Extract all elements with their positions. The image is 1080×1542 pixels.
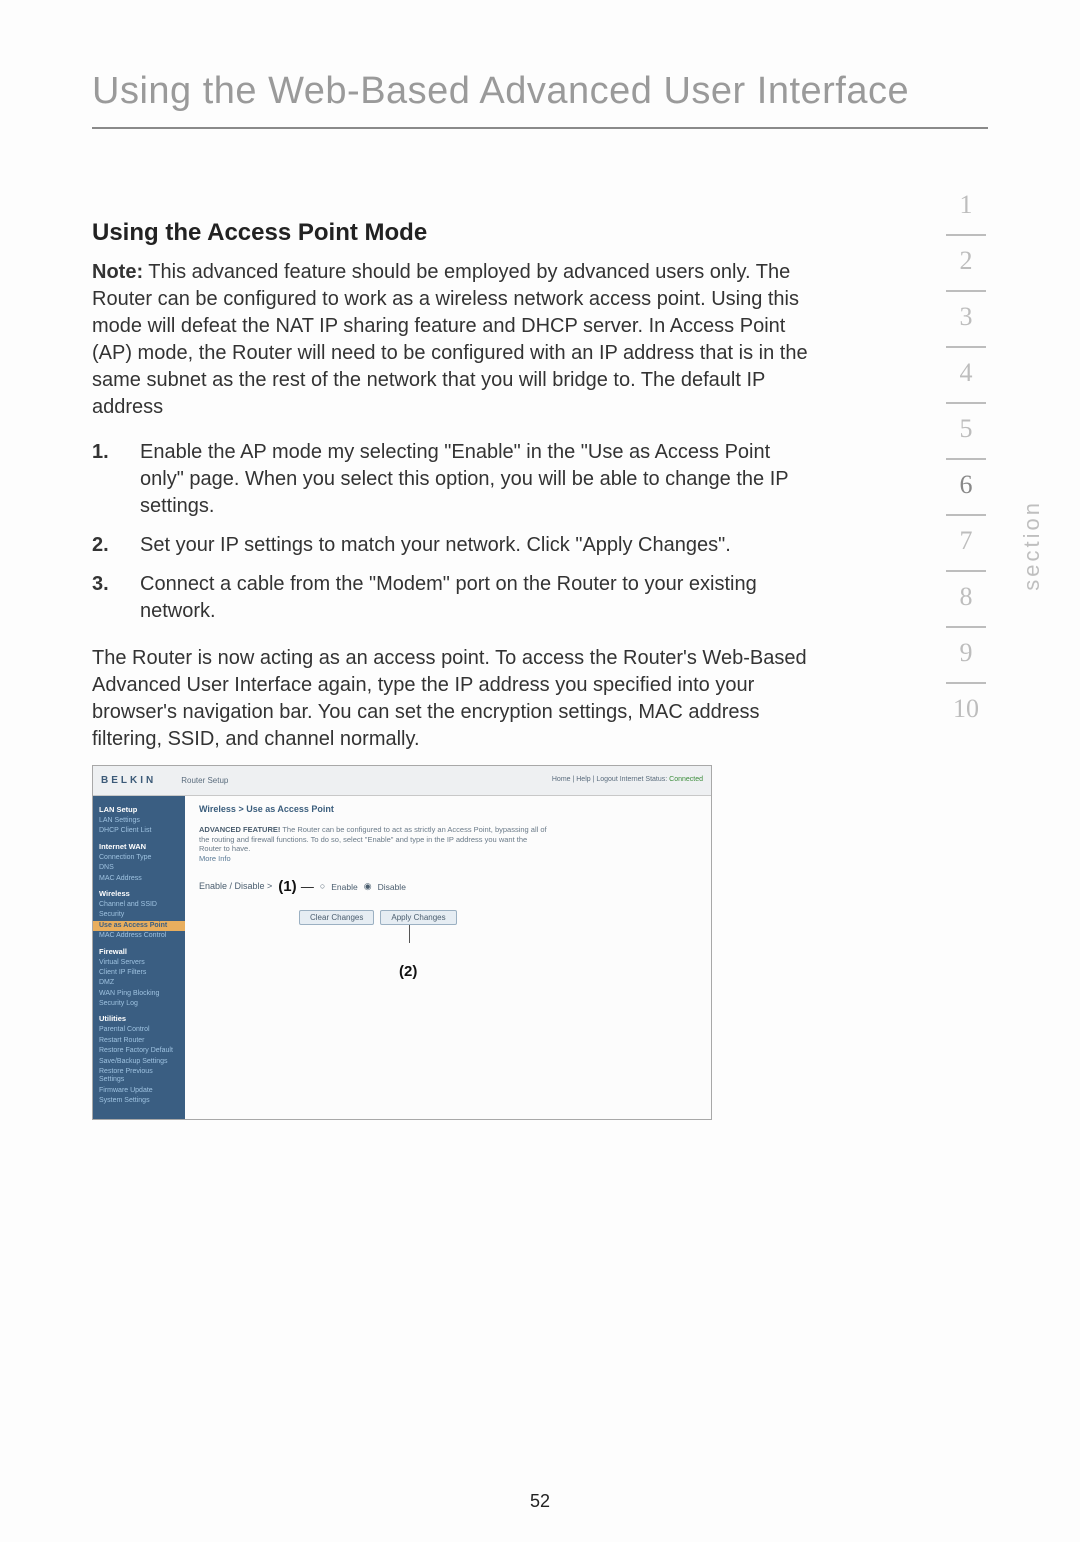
step-1: 1. Enable the AP mode my selecting "Enab…: [92, 433, 812, 526]
ss-item[interactable]: Client IP Filters: [99, 969, 179, 977]
ss-more-link[interactable]: More Info: [199, 854, 231, 863]
note-body: This advanced feature should be employed…: [92, 261, 808, 418]
ss-adv-label: ADVANCED FEATURE!: [199, 825, 280, 834]
ss-item[interactable]: Parental Control: [99, 1026, 179, 1034]
apply-changes-button[interactable]: Apply Changes: [380, 910, 456, 926]
ss-grp-utilities: Utilities: [99, 1014, 179, 1023]
ss-item[interactable]: DNS: [99, 864, 179, 872]
conclusion-para: The Router is now acting as an access po…: [92, 645, 812, 753]
ss-item[interactable]: Security: [99, 911, 179, 919]
ss-advanced-text: ADVANCED FEATURE! The Router can be conf…: [199, 825, 549, 864]
step-text: Set your IP settings to match your netwo…: [140, 532, 812, 559]
ss-grp-wireless: Wireless: [99, 889, 179, 898]
ss-item[interactable]: Restore Factory Default: [99, 1047, 179, 1055]
ss-header-links: Home | Help | Logout Internet Status:: [552, 776, 667, 783]
note-paragraph: Note: This advanced feature should be em…: [92, 259, 812, 421]
ss-item[interactable]: DHCP Client List: [99, 827, 179, 835]
ss-item-active[interactable]: Use as Access Point: [93, 921, 185, 931]
ss-item[interactable]: Channel and SSID: [99, 901, 179, 909]
ss-item[interactable]: DMZ: [99, 979, 179, 987]
ss-enable-label: Enable / Disable >: [199, 881, 272, 892]
section-nav-8[interactable]: 8: [946, 572, 986, 628]
ss-breadcrumb: Wireless > Use as Access Point: [199, 804, 697, 815]
ss-item[interactable]: Connection Type: [99, 854, 179, 862]
radio-disable-label: Disable: [378, 882, 406, 892]
ss-header: BELKIN Router Setup Home | Help | Logout…: [93, 766, 711, 796]
step-2: 2. Set your IP settings to match your ne…: [92, 526, 812, 565]
section-nav-4[interactable]: 4: [946, 348, 986, 404]
section-nav: 1 2 3 4 5 6 7 8 9 10: [942, 180, 990, 738]
step-text: Connect a cable from the "Modem" port on…: [140, 571, 812, 625]
ss-item[interactable]: System Settings: [99, 1097, 179, 1105]
ss-sidebar: LAN Setup LAN Settings DHCP Client List …: [93, 796, 185, 1119]
page-number: 52: [0, 1491, 1080, 1512]
ss-header-right: Home | Help | Logout Internet Status: Co…: [552, 776, 703, 784]
radio-disable-icon[interactable]: ◉: [364, 881, 372, 892]
callout-dash: —: [301, 879, 314, 894]
ss-header-title: Router Setup: [181, 776, 228, 786]
step-text: Enable the AP mode my selecting "Enable"…: [140, 439, 812, 520]
clear-changes-button[interactable]: Clear Changes: [299, 910, 374, 926]
section-nav-1[interactable]: 1: [946, 180, 986, 236]
section-nav-9[interactable]: 9: [946, 628, 986, 684]
ss-item[interactable]: Restart Router: [99, 1037, 179, 1045]
ss-item[interactable]: Firmware Update: [99, 1087, 179, 1095]
page: Using the Web-Based Advanced User Interf…: [0, 0, 1080, 1150]
note-label: Note:: [92, 261, 143, 283]
chapter-title: Using the Web-Based Advanced User Interf…: [92, 70, 988, 129]
router-screenshot: BELKIN Router Setup Home | Help | Logout…: [92, 765, 712, 1120]
section-nav-10[interactable]: 10: [946, 684, 986, 738]
ss-buttons: Clear Changes Apply Changes: [299, 910, 697, 926]
ss-grp-lan: LAN Setup: [99, 805, 179, 814]
callout-1-text: (1): [278, 878, 296, 895]
content: Using the Access Point Mode Note: This a…: [92, 219, 812, 1120]
ss-item[interactable]: Save/Backup Settings: [99, 1058, 179, 1066]
ss-logo: BELKIN: [101, 775, 156, 787]
ss-item[interactable]: LAN Settings: [99, 817, 179, 825]
step-number: 3.: [92, 571, 140, 625]
ss-item[interactable]: MAC Address Control: [99, 932, 179, 940]
ss-item[interactable]: MAC Address: [99, 875, 179, 883]
callout-arrow: [409, 925, 410, 943]
section-nav-3[interactable]: 3: [946, 292, 986, 348]
ss-grp-wan: Internet WAN: [99, 842, 179, 851]
step-number: 2.: [92, 532, 140, 559]
radio-enable-icon[interactable]: ○: [320, 881, 325, 892]
section-nav-5[interactable]: 5: [946, 404, 986, 460]
ss-item[interactable]: Security Log: [99, 1000, 179, 1008]
ss-main: Wireless > Use as Access Point ADVANCED …: [185, 796, 711, 1119]
ss-grp-firewall: Firewall: [99, 947, 179, 956]
step-3: 3. Connect a cable from the "Modem" port…: [92, 565, 812, 631]
section-nav-6[interactable]: 6: [946, 460, 986, 516]
ss-item[interactable]: Restore Previous Settings: [99, 1068, 179, 1085]
ss-status: Connected: [669, 776, 703, 783]
steps-list: 1. Enable the AP mode my selecting "Enab…: [92, 433, 812, 631]
section-nav-7[interactable]: 7: [946, 516, 986, 572]
callout-2: (2): [399, 963, 697, 981]
section-label: section: [1019, 500, 1045, 591]
ss-radio-row: Enable / Disable > (1) — ○ Enable ◉ Disa…: [199, 878, 697, 896]
ss-item[interactable]: WAN Ping Blocking: [99, 990, 179, 998]
ss-body: LAN Setup LAN Settings DHCP Client List …: [93, 796, 711, 1119]
ss-item[interactable]: Virtual Servers: [99, 959, 179, 967]
callout-1: (1) —: [278, 878, 314, 896]
section-nav-2[interactable]: 2: [946, 236, 986, 292]
radio-enable-label: Enable: [331, 882, 357, 892]
step-number: 1.: [92, 439, 140, 520]
subheading: Using the Access Point Mode: [92, 219, 812, 247]
